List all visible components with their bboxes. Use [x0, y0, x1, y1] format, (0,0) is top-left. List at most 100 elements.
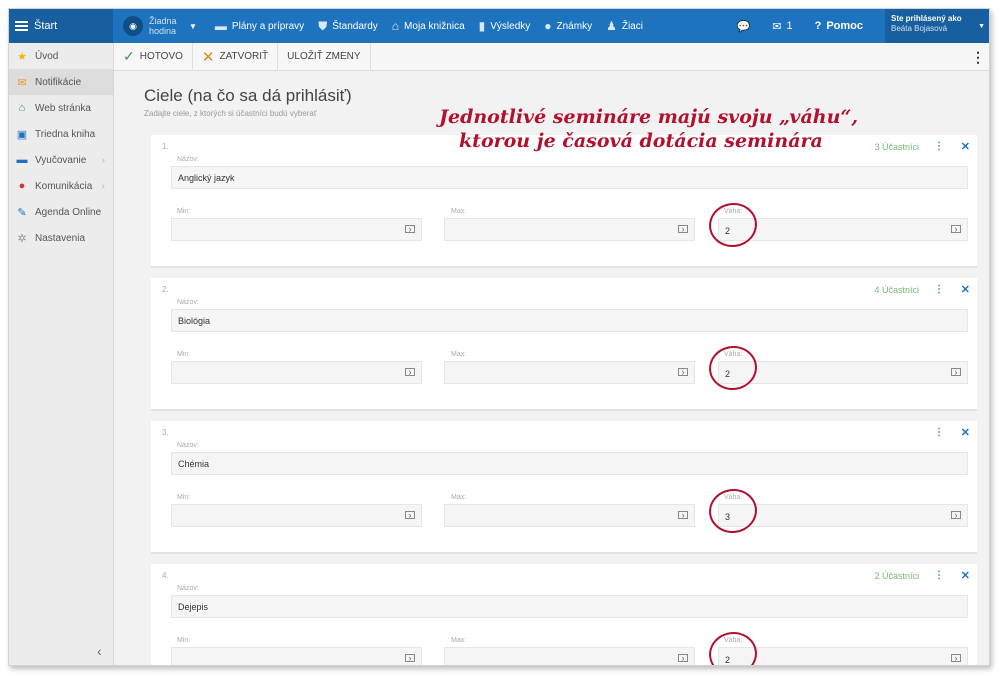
max-label: Max:: [451, 494, 467, 501]
delete-icon[interactable]: ✕: [961, 569, 970, 582]
sidebar-item[interactable]: ▬ Vyučovanie ›: [9, 147, 113, 173]
chevron-down-icon[interactable]: ▼: [978, 22, 985, 32]
hamburger-icon[interactable]: [15, 21, 28, 31]
sidebar-item-label: Notifikácie: [35, 76, 82, 88]
goal-number: 1.: [162, 142, 169, 151]
stepper-icon[interactable]: ›: [678, 511, 688, 520]
delete-icon[interactable]: ✕: [961, 426, 970, 439]
sidebar-item[interactable]: ▣ Triedna kniha: [9, 121, 113, 147]
max-label: Max:: [451, 637, 467, 644]
max-input[interactable]: ›: [444, 647, 695, 665]
stepper-icon[interactable]: ›: [405, 368, 415, 377]
more-options-icon[interactable]: ⋮: [971, 49, 985, 66]
sidebar-item-label: Triedna kniha: [35, 128, 96, 140]
min-input[interactable]: ›: [171, 647, 422, 665]
sidebar-item[interactable]: ● Komunikácia ›: [9, 173, 113, 199]
goal-number: 3.: [162, 428, 169, 437]
min-input[interactable]: ›: [171, 218, 422, 241]
stepper-icon[interactable]: ›: [951, 511, 961, 520]
shield-icon: ⛊: [318, 18, 328, 33]
top-bar: Štart ◉ Žiadna hodina ▼ ▬ Plány a príprav…: [9, 9, 989, 43]
delete-icon[interactable]: ✕: [961, 283, 970, 296]
messages-count: 1: [786, 20, 793, 32]
more-options-icon[interactable]: ⋮: [934, 141, 944, 152]
goal-number: 2.: [162, 285, 169, 294]
max-input[interactable]: ›: [444, 361, 695, 384]
nav-item[interactable]: ● Známky: [544, 19, 592, 33]
user-prefix: Ste prihlásený ako: [891, 14, 962, 23]
nazov-input[interactable]: Biológia: [171, 309, 968, 332]
more-options-icon[interactable]: ⋮: [934, 570, 944, 581]
nazov-label: Názov:: [177, 442, 199, 449]
min-label: Min:: [177, 351, 191, 358]
save-button[interactable]: ULOŽIŤ ZMENY: [278, 42, 371, 71]
envelope-icon: ✉: [772, 20, 782, 33]
sidebar-item[interactable]: ⌂ Web stránka: [9, 95, 113, 121]
messages-button[interactable]: ✉ 1: [772, 20, 792, 33]
stepper-icon[interactable]: ›: [951, 368, 961, 377]
stepper-icon[interactable]: ›: [951, 654, 961, 663]
sidebar-item[interactable]: ★ Úvod: [9, 43, 113, 69]
stepper-icon[interactable]: ›: [678, 225, 688, 234]
students-icon: ♟: [606, 19, 617, 33]
chevron-right-icon: ›: [101, 154, 105, 166]
nazov-input[interactable]: Dejepis: [171, 595, 968, 618]
done-label: HOTOVO: [139, 51, 183, 62]
grades-icon: ●: [544, 19, 552, 33]
sidebar-item[interactable]: ✉ Notifikácie: [9, 69, 113, 95]
sidebar-item[interactable]: ✲ Nastavenia: [9, 225, 113, 251]
goal-card: 1. 3 Účastníci ⋮ ✕ Názov: Anglický jazyk…: [151, 135, 977, 268]
done-button[interactable]: ✓ HOTOVO: [114, 42, 193, 71]
goal-card: 3. ⋮ ✕ Názov: Chémia Min: › Max: › Váha:…: [151, 421, 977, 554]
stepper-icon[interactable]: ›: [951, 225, 961, 234]
close-button[interactable]: ✕ ZATVORIŤ: [193, 42, 279, 71]
nav-item-label: Žiaci: [621, 20, 643, 32]
stepper-icon[interactable]: ›: [405, 225, 415, 234]
more-options-icon[interactable]: ⋮: [934, 284, 944, 295]
app-window: Štart ◉ Žiadna hodina ▼ ▬ Plány a príprav…: [8, 8, 990, 666]
stepper-icon[interactable]: ›: [678, 368, 688, 377]
page-subtitle: Zadajte ciele, z ktorých si účastníci bu…: [144, 109, 317, 118]
stepper-icon[interactable]: ›: [678, 654, 688, 663]
start-button[interactable]: Štart: [9, 9, 113, 43]
min-input[interactable]: ›: [171, 361, 422, 384]
sidebar-item-label: Komunikácia: [35, 180, 93, 192]
nav-item[interactable]: ▬ Plány a prípravy: [215, 19, 304, 33]
nav-item[interactable]: ⌂ Moja knižnica: [392, 19, 465, 33]
lesson-selector[interactable]: ◉ Žiadna hodina ▼: [123, 16, 197, 36]
sidebar-item[interactable]: ✎ Agenda Online: [9, 199, 113, 225]
nav-item[interactable]: ⛊ Štandardy: [318, 19, 378, 34]
help-button[interactable]: ? Pomoc: [815, 20, 863, 32]
page-title: Ciele (na čo sa dá prihlásiť): [144, 86, 352, 105]
participants-count[interactable]: 4 Účastníci: [874, 285, 919, 295]
sidebar-item-label: Vyučovanie: [35, 154, 87, 166]
max-input[interactable]: ›: [444, 218, 695, 241]
nav-item-label: Plány a prípravy: [231, 20, 305, 32]
check-icon: ✓: [123, 48, 135, 64]
nazov-label: Názov:: [177, 299, 199, 306]
nazov-input[interactable]: Anglický jazyk: [171, 166, 968, 189]
user-menu[interactable]: Ste prihlásený ako Beáta Bojasová ▼: [885, 9, 989, 43]
min-input[interactable]: ›: [171, 504, 422, 527]
participants-count[interactable]: 3 Účastníci: [874, 142, 919, 152]
annotation-line-2: ktorou je časová dotácia seminára: [459, 130, 823, 152]
lesson-label: Žiadna hodina: [149, 16, 177, 36]
nav-item[interactable]: ♟ Žiaci: [606, 19, 643, 33]
max-input[interactable]: ›: [444, 504, 695, 527]
highlight-circle: [706, 199, 760, 251]
stepper-icon[interactable]: ›: [405, 511, 415, 520]
collapse-sidebar-icon[interactable]: ‹: [97, 643, 102, 659]
goal-card: 4. 2 Účastníci ⋮ ✕ Názov: Dejepis Min: ›…: [151, 564, 977, 665]
max-label: Max:: [451, 351, 467, 358]
nav-item-label: Štandardy: [332, 20, 378, 32]
nav-item[interactable]: ▮ Výsledky: [479, 19, 531, 33]
participants-count[interactable]: 2 Účastníci: [874, 571, 919, 581]
stepper-icon[interactable]: ›: [405, 654, 415, 663]
main-content: Ciele (na čo sa dá prihlásiť) Zadajte ci…: [114, 72, 989, 665]
more-options-icon[interactable]: ⋮: [934, 427, 944, 438]
chat-button[interactable]: 💬: [737, 20, 751, 33]
chevron-down-icon[interactable]: ▼: [189, 22, 197, 31]
delete-icon[interactable]: ✕: [961, 140, 970, 153]
nazov-input[interactable]: Chémia: [171, 452, 968, 475]
min-label: Min:: [177, 637, 191, 644]
